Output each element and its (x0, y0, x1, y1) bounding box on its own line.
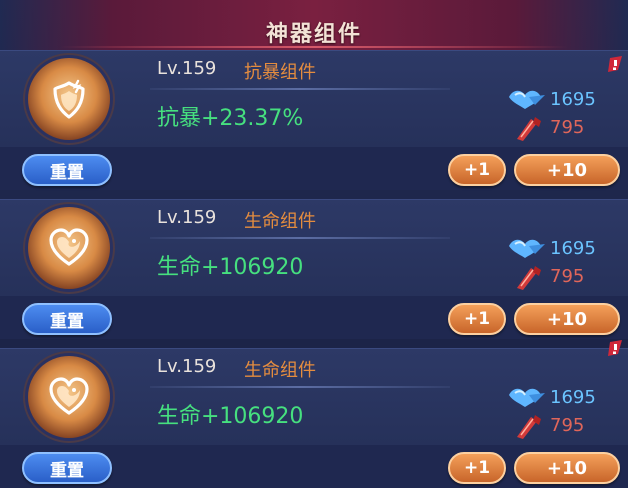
divider (150, 386, 450, 388)
heart-crest-icon[interactable] (28, 207, 110, 289)
component-name: 抗暴组件 (244, 62, 316, 83)
heart-crest-icon[interactable] (28, 356, 110, 438)
artifact-components-screen: 神器组件 Lv.159 抗暴组件 抗暴+23.37% 1695 795 重置 +… (0, 0, 628, 488)
component-level: Lv.159 (157, 58, 217, 79)
divider (150, 237, 450, 239)
blue-cost: 1695 (505, 87, 625, 111)
title-bar: 神器组件 (0, 0, 628, 50)
divider (150, 88, 450, 90)
blue-cost-value: 1695 (550, 89, 596, 110)
component-stat: 生命+106920 (157, 404, 304, 429)
component-name: 生命组件 (244, 211, 316, 232)
shield-crest-icon[interactable] (28, 58, 110, 140)
blue-cost: 1695 (505, 236, 625, 260)
component-panel: Lv.159 生命组件 生命+106920 1695 795 重置 +1 +10 (0, 199, 628, 349)
red-cost: 795 (505, 264, 625, 290)
upgrade-plus1-button[interactable]: +1 (448, 452, 506, 484)
upgrade-plus10-button[interactable]: +10 (514, 303, 620, 335)
component-level: Lv.159 (157, 207, 217, 228)
red-crystal-icon (517, 415, 541, 439)
blue-crystal-icon (509, 90, 545, 109)
component-panel: Lv.159 抗暴组件 抗暴+23.37% 1695 795 重置 +1 +10 (0, 50, 628, 200)
red-cost-value: 795 (550, 266, 585, 287)
upgrade-plus10-button[interactable]: +10 (514, 452, 620, 484)
red-cost-value: 795 (550, 415, 585, 436)
red-crystal-icon (517, 266, 541, 290)
red-cost-value: 795 (550, 117, 585, 138)
blue-cost: 1695 (505, 385, 625, 409)
component-name: 生命组件 (244, 360, 316, 381)
component-stat: 生命+106920 (157, 255, 304, 280)
blue-crystal-icon (509, 388, 545, 407)
blue-cost-value: 1695 (550, 387, 596, 408)
component-stat: 抗暴+23.37% (157, 106, 304, 131)
component-panel: Lv.159 生命组件 生命+106920 1695 795 重置 +1 +10 (0, 340, 628, 488)
blue-crystal-icon (509, 239, 545, 258)
reset-button[interactable]: 重置 (22, 452, 112, 484)
blue-cost-value: 1695 (550, 238, 596, 259)
upgrade-plus10-button[interactable]: +10 (514, 154, 620, 186)
upgrade-plus1-button[interactable]: +1 (448, 154, 506, 186)
alert-icon (608, 56, 622, 72)
component-level: Lv.159 (157, 356, 217, 377)
red-cost: 795 (505, 115, 625, 141)
red-cost: 795 (505, 413, 625, 439)
page-title: 神器组件 (265, 22, 362, 47)
alert-icon (608, 340, 622, 356)
reset-button[interactable]: 重置 (22, 154, 112, 186)
red-crystal-icon (517, 117, 541, 141)
reset-button[interactable]: 重置 (22, 303, 112, 335)
upgrade-plus1-button[interactable]: +1 (448, 303, 506, 335)
